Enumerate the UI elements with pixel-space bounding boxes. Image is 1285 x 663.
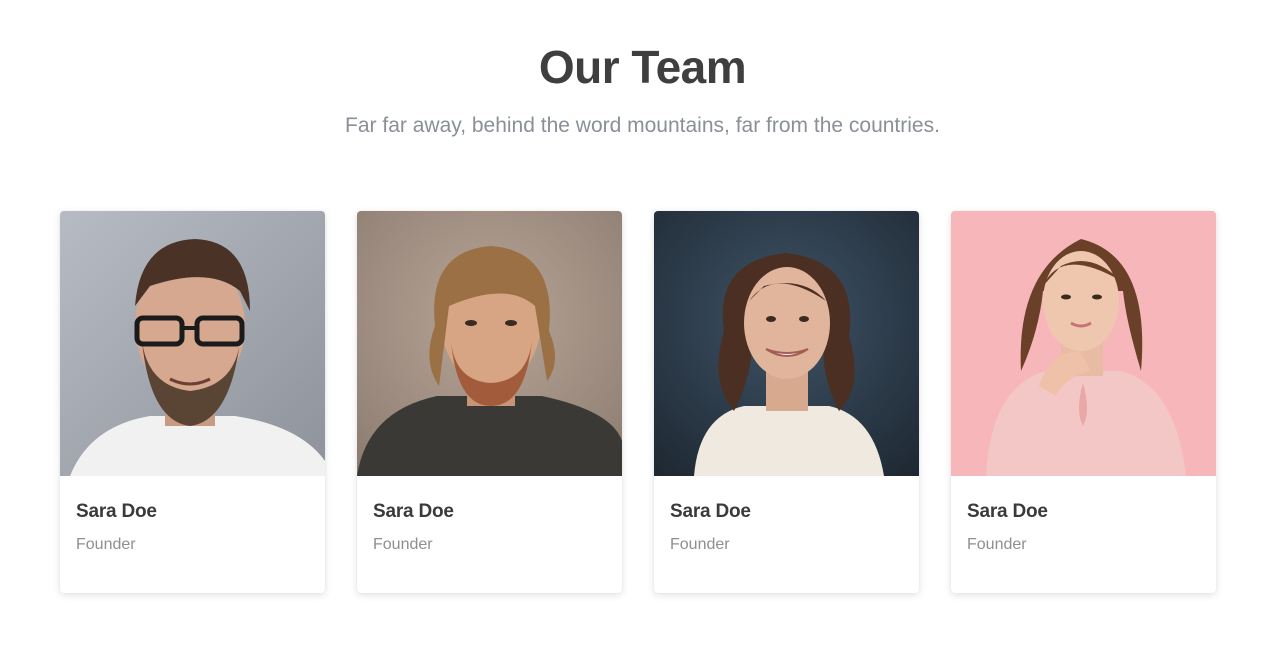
member-role: Founder [76,536,136,553]
member-name: Sara Doe [670,501,751,522]
section-title: Our Team [538,41,747,93]
member-name: Sara Doe [373,501,454,522]
team-card[interactable]: Sara Doe Founder [60,211,325,593]
woman-dark-background-portrait-icon [654,211,919,476]
team-card[interactable]: Sara Doe Founder [654,211,919,593]
woman-pink-background-portrait-icon [951,211,1216,476]
woman-pink-background-portrait-photo [951,211,1216,476]
man-long-hair-portrait-icon [357,211,622,476]
member-name: Sara Doe [76,501,157,522]
member-role: Founder [967,536,1027,553]
team-card[interactable]: Sara Doe Founder [357,211,622,593]
member-name: Sara Doe [967,501,1048,522]
team-card[interactable]: Sara Doe Founder [951,211,1216,593]
man-long-hair-portrait-photo [357,211,622,476]
team-grid: Sara Doe Founder Sara Doe Founder Sara D… [60,211,1216,593]
member-role: Founder [373,536,433,553]
section-subtitle: Far far away, behind the word mountains,… [345,114,940,137]
man-glasses-portrait-photo [60,211,325,476]
woman-dark-background-portrait-photo [654,211,919,476]
team-section: Our Team Far far away, behind the word m… [0,0,1285,663]
man-glasses-portrait-icon [60,211,325,476]
member-role: Founder [670,536,730,553]
